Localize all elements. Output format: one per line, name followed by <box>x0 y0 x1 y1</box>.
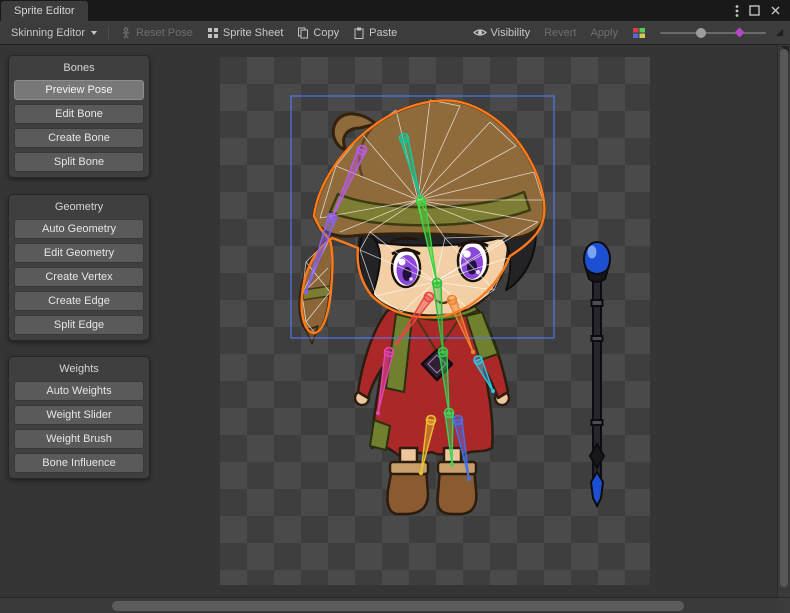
preview-pose-button[interactable]: Preview Pose <box>14 80 144 100</box>
create-edge-button[interactable]: Create Edge <box>14 291 144 311</box>
horizontal-scrollbar[interactable] <box>0 597 777 613</box>
eye-icon <box>473 27 487 38</box>
sprite-canvas[interactable] <box>220 57 650 585</box>
toolbar-separator <box>108 26 109 40</box>
horizontal-scrollbar-thumb[interactable] <box>112 601 684 611</box>
visibility-button[interactable]: Visibility <box>467 25 537 41</box>
weight-brush-button[interactable]: Weight Brush <box>14 429 144 449</box>
edit-bone-button[interactable]: Edit Bone <box>14 104 144 124</box>
auto-geometry-button[interactable]: Auto Geometry <box>14 219 144 239</box>
panel-bones: Bones Preview Pose Edit Bone Create Bone… <box>8 55 150 178</box>
create-vertex-button[interactable]: Create Vertex <box>14 267 144 287</box>
edit-geometry-button[interactable]: Edit Geometry <box>14 243 144 263</box>
sprite-editor-window: Sprite Editor Skinning Editor Reset Pose <box>0 0 790 613</box>
slider-handle[interactable] <box>696 28 706 38</box>
opacity-slider[interactable] <box>660 25 766 41</box>
bone-influence-button[interactable]: Bone Influence <box>14 453 144 473</box>
reset-pose-button[interactable]: Reset Pose <box>114 25 199 41</box>
panel-geometry-title: Geometry <box>14 198 144 219</box>
copy-button[interactable]: Copy <box>291 25 345 41</box>
create-bone-button[interactable]: Create Bone <box>14 128 144 148</box>
split-bone-button[interactable]: Split Bone <box>14 152 144 172</box>
weight-slider-button[interactable]: Weight Slider <box>14 405 144 425</box>
panel-weights-title: Weights <box>14 360 144 381</box>
slider-track <box>660 32 766 34</box>
panel-geometry: Geometry Auto Geometry Edit Geometry Cre… <box>8 194 150 341</box>
scrollbar-corner <box>777 597 790 613</box>
split-edge-button[interactable]: Split Edge <box>14 315 144 335</box>
paste-icon <box>353 27 365 39</box>
panel-weights: Weights Auto Weights Weight Slider Weigh… <box>8 356 150 479</box>
auto-weights-button[interactable]: Auto Weights <box>14 381 144 401</box>
chevron-down-icon <box>91 31 97 35</box>
sprite-sheet-icon <box>207 27 219 39</box>
reset-pose-icon <box>120 27 132 39</box>
vertical-scrollbar[interactable] <box>777 45 790 597</box>
titlebar: Sprite Editor <box>0 0 790 21</box>
color-palette-icon <box>632 27 646 39</box>
staff-sprite[interactable] <box>584 242 610 506</box>
apply-button[interactable]: Apply <box>584 25 624 41</box>
sprite-sheet-button[interactable]: Sprite Sheet <box>201 25 290 41</box>
canvas-area: Bones Preview Pose Edit Bone Create Bone… <box>0 45 777 597</box>
window-tab[interactable]: Sprite Editor <box>1 1 88 21</box>
bone-color-palette-button[interactable] <box>626 25 652 41</box>
slider-marker <box>735 28 745 38</box>
revert-button[interactable]: Revert <box>538 25 582 41</box>
close-icon[interactable] <box>770 5 781 16</box>
panel-bones-title: Bones <box>14 59 144 80</box>
window-tab-label: Sprite Editor <box>14 5 75 17</box>
paste-button[interactable]: Paste <box>347 25 403 41</box>
copy-icon <box>297 27 309 39</box>
resize-grip-icon <box>776 29 783 36</box>
mode-dropdown[interactable]: Skinning Editor <box>5 25 103 41</box>
maximize-icon[interactable] <box>749 5 760 16</box>
vertical-scrollbar-thumb[interactable] <box>780 49 788 587</box>
toolbar: Skinning Editor Reset Pose Sprite Sheet … <box>0 21 790 45</box>
kebab-menu-icon[interactable] <box>735 4 739 18</box>
